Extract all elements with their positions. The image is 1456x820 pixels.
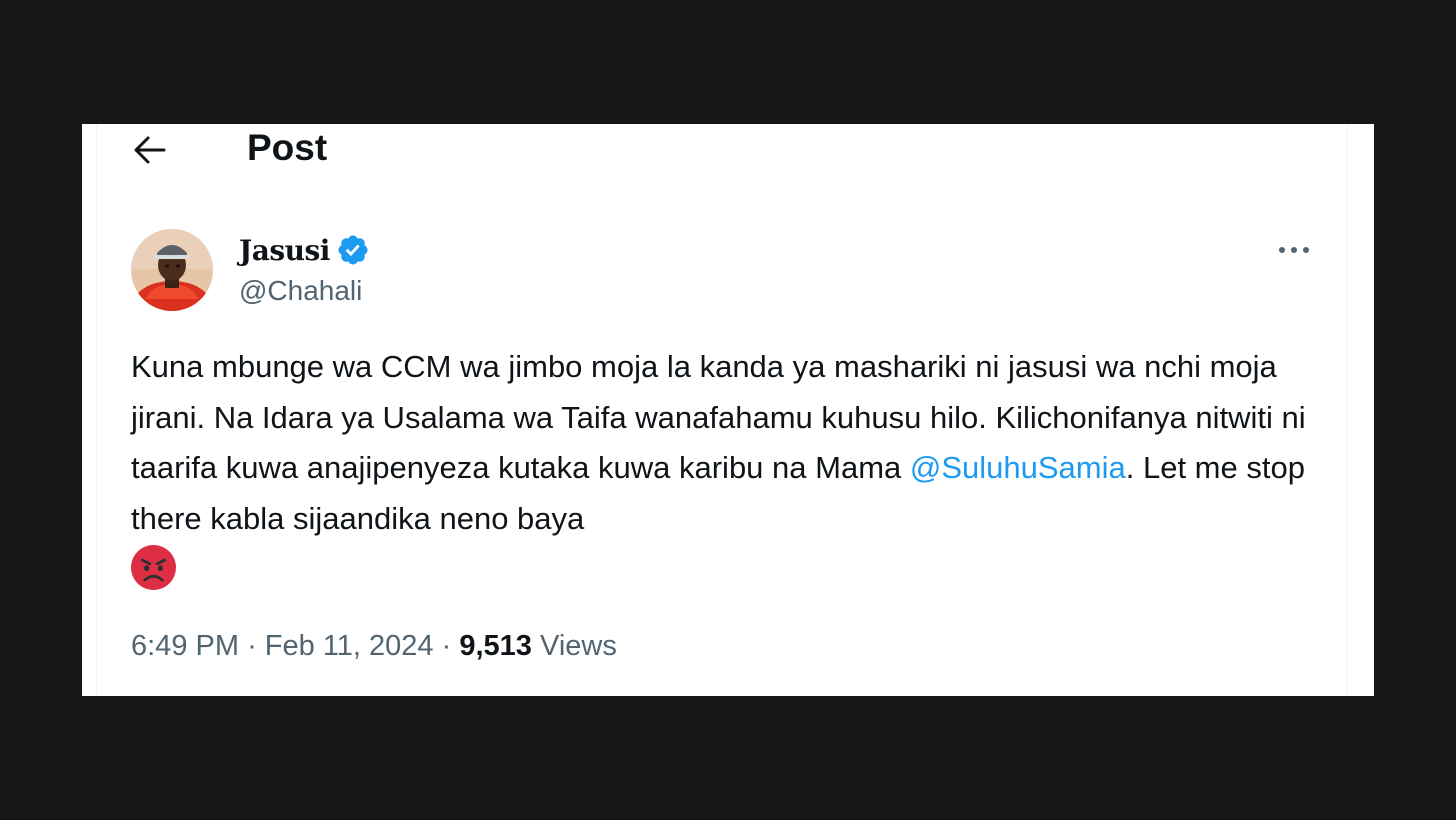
tweet-date[interactable]: Feb 11, 2024: [265, 630, 434, 662]
divider-right: [1347, 124, 1348, 696]
meta-separator: ·: [441, 630, 452, 662]
page-title: Post: [247, 127, 328, 168]
more-horizontal-icon: [1279, 247, 1309, 253]
tweet-time[interactable]: 6:49 PM: [131, 630, 239, 662]
views-count: 9,513: [459, 630, 532, 662]
verified-badge-icon[interactable]: [336, 233, 370, 267]
avatar-image: [131, 229, 213, 311]
author-display-name[interactable]: Jasusi: [239, 234, 330, 267]
arrow-left-icon: [134, 136, 166, 164]
avatar[interactable]: [131, 229, 213, 311]
divider-left: [96, 124, 97, 696]
mention-link[interactable]: @SuluhuSamia: [910, 450, 1126, 485]
author-handle[interactable]: @Chahali: [239, 274, 362, 308]
more-options-button[interactable]: [1272, 232, 1316, 268]
tweet-meta: 6:49 PM · Feb 11, 2024 · 9,513 Views: [131, 626, 617, 666]
author-name-row: Jasusi: [239, 232, 370, 268]
meta-separator: ·: [247, 630, 257, 662]
views-label: Views: [540, 630, 617, 662]
post-card: Post Jasusi @Chahali Kuna mbunge wa CCM …: [82, 124, 1374, 696]
angry-face-icon: [131, 545, 176, 590]
tweet-text: Kuna mbunge wa CCM wa jimbo moja la kand…: [131, 342, 1331, 544]
back-button[interactable]: [128, 130, 172, 170]
